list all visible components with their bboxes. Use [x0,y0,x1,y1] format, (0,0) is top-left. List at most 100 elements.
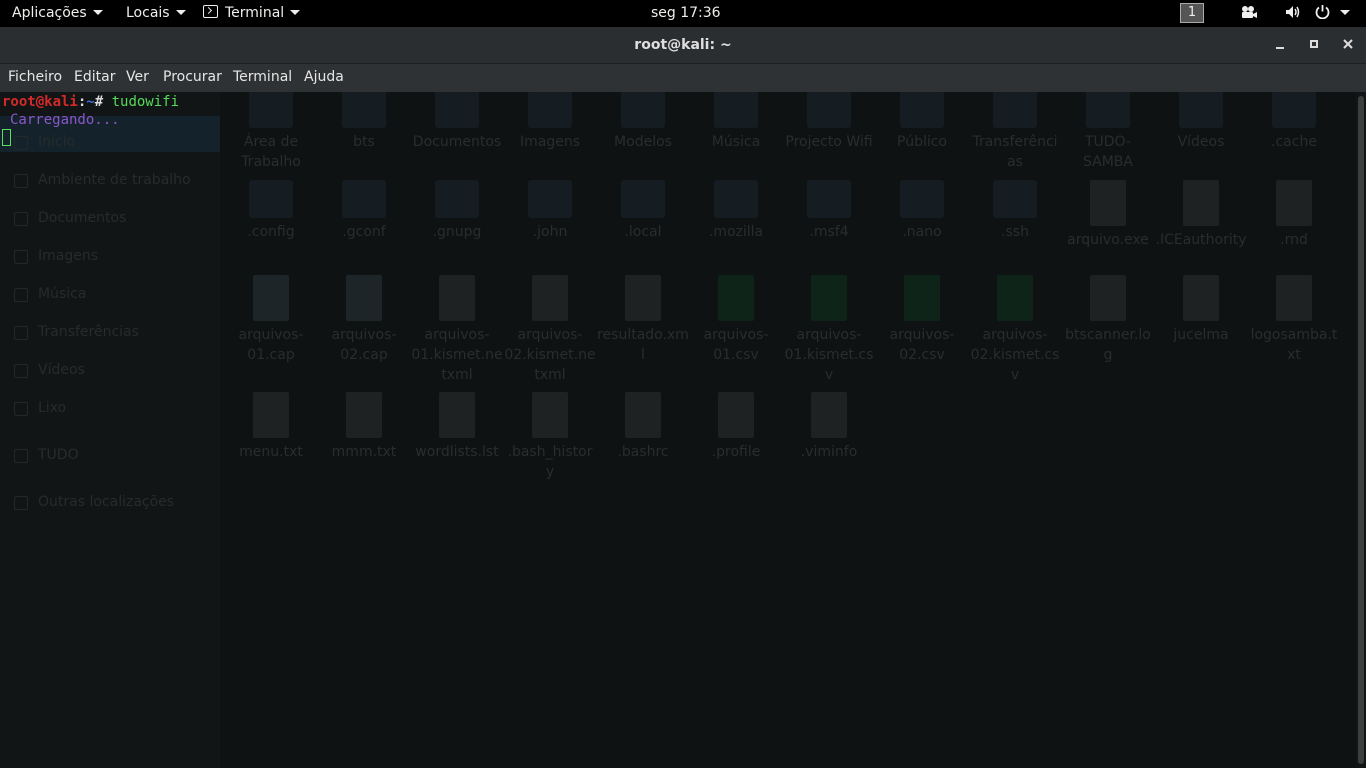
folder-icon [621,92,665,128]
applications-menu[interactable]: Aplicações [12,0,103,27]
loading-text: Carregando... [10,112,120,128]
background-file-item: Imagens [504,92,596,152]
background-sidebar-item: Documentos [38,210,127,226]
background-file-label: arquivos-02.cap [331,327,397,363]
close-button[interactable] [1339,36,1357,54]
background-file-label: resultado.xml [597,327,689,363]
terminal-cursor [2,129,11,146]
background-file-item: bts [318,92,410,152]
file-icon [253,275,289,321]
command-text: tudowifi [111,94,180,110]
background-file-label: TUDO-SAMBA [1083,134,1133,170]
maximize-button[interactable] [1305,36,1323,54]
folder-icon [900,92,944,128]
background-file-label: arquivos-02.csv [889,327,955,363]
file-icon [439,392,475,438]
scrollbar-thumb[interactable] [1358,96,1364,764]
spreadsheet-icon [811,275,847,321]
background-file-item: arquivos-02.kismet.csv [969,275,1061,385]
minimize-button[interactable] [1271,36,1289,54]
background-file-label: .viminfo [800,444,858,460]
chevron-down-icon [92,9,103,15]
power-menu[interactable] [1315,0,1350,27]
background-file-label: wordlists.lst [415,444,499,460]
background-sidebar-item: Música [38,286,87,302]
background-sidebar-item: Outras localizações [38,494,175,510]
background-file-item: wordlists.lst [411,392,503,462]
file-icon [718,392,754,438]
music-icon [14,288,28,302]
background-file-item: resultado.xml [597,275,689,365]
file-icon [1183,180,1219,226]
trash-icon [14,402,28,416]
menu-terminal[interactable]: Terminal [233,64,292,91]
folder-icon [528,180,572,218]
background-file-label: Público [897,134,947,150]
menu-ficheiro[interactable]: Ficheiro [8,64,62,91]
background-file-item: arquivos-02.cap [318,275,410,365]
background-file-label: .local [624,224,662,240]
file-icon [1183,275,1219,321]
background-file-item: .nano [876,180,968,242]
menu-ver[interactable]: Ver [126,64,149,91]
background-file-label: .config [247,224,295,240]
file-icon [1090,180,1126,226]
background-sidebar-item: Imagens [38,248,99,264]
menu-procurar[interactable]: Procurar [163,64,222,91]
background-file-item: Modelos [597,92,689,152]
terminal-app-menu[interactable]: Terminal [203,0,301,27]
window-title: root@kali: ~ [634,37,732,53]
window-titlebar[interactable]: root@kali: ~ [0,27,1366,64]
folder-icon [435,180,479,218]
prompt-char: # [94,94,112,110]
camera-icon[interactable] [1240,0,1258,27]
folder-icon [993,180,1037,218]
terminal-area[interactable]: Início Ambiente de trabalho Documentos Imag… [0,92,1366,768]
spreadsheet-icon [718,275,754,321]
background-file-item: .bashrc [597,392,689,462]
background-file-item: arquivos-01.kismet.csv [783,275,875,385]
file-icon [532,275,568,321]
file-icon [1276,180,1312,226]
download-icon [14,326,28,340]
background-sidebar-item: Vídeos [38,362,85,378]
chevron-down-icon [290,9,301,15]
background-file-label: arquivo.exe [1067,232,1149,248]
background-file-label: Música [711,134,761,150]
places-menu[interactable]: Locais [126,0,186,27]
file-icon [532,392,568,438]
spreadsheet-icon [904,275,940,321]
clock[interactable]: seg 17:36 [651,0,721,27]
file-icon [253,392,289,438]
prompt-line: root@kali:~# tudowifi [2,94,179,110]
background-file-item: Vídeos [1155,92,1247,152]
top-panel: Aplicações Locais Terminal seg 17:36 1 [0,0,1366,27]
background-file-item: jucelma [1155,275,1247,345]
power-icon [1315,5,1330,20]
background-file-item: .viminfo [783,392,875,462]
background-file-item: Documentos [411,92,503,152]
folder-icon [435,92,479,128]
background-file-label: Documentos [412,134,502,150]
spreadsheet-icon [997,275,1033,321]
menu-ajuda[interactable]: Ajuda [304,64,344,91]
background-sidebar-item: Ambiente de trabalho [38,172,191,188]
scrollbar[interactable] [1356,92,1366,768]
volume-icon[interactable] [1285,0,1302,27]
folder-icon [249,180,293,218]
workspace-indicator[interactable]: 1 [1180,3,1204,23]
background-file-item: .ssh [969,180,1061,242]
background-file-item: .msf4 [783,180,875,242]
menu-editar[interactable]: Editar [74,64,115,91]
file-icon [625,275,661,321]
folder-icon [993,92,1037,128]
background-file-label: menu.txt [239,444,303,460]
background-file-label: Modelos [614,134,672,150]
background-file-item: .john [504,180,596,242]
background-file-item: Público [876,92,968,152]
background-file-item: menu.txt [225,392,317,462]
background-file-label: btscanner.log [1065,327,1151,363]
background-file-label: Área de Trabalho [241,134,301,170]
background-file-label: arquivos-01.cap [238,327,304,363]
applications-label: Aplicações [12,5,87,21]
